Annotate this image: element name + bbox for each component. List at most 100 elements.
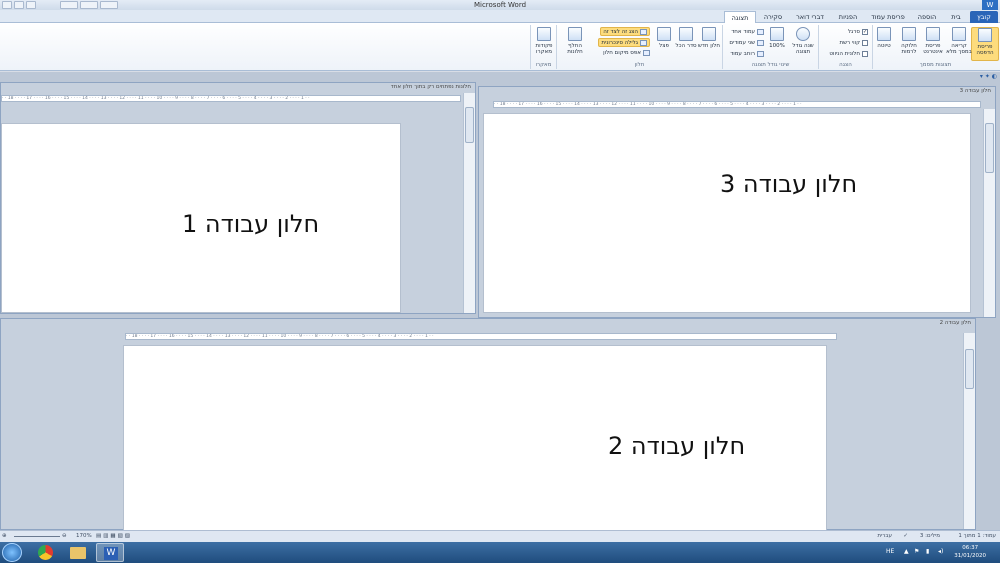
zoom-100-button[interactable]: 100% [767, 27, 787, 61]
taskbar: W HE ▲ ⚑ ▮ ◂) 06:37 31/01/2020 [0, 542, 1000, 563]
pane-1: חלונות נפתחים רק בתוך חלון אחד · · 18 · … [0, 82, 476, 314]
proofing-icon[interactable]: ✓ [903, 531, 908, 542]
macros-button[interactable]: פקודות מאקרו [531, 27, 557, 61]
switch-windows-icon [568, 27, 582, 41]
pane-1-scroll-thumb[interactable] [465, 107, 474, 143]
split-button[interactable]: פצל [653, 27, 675, 61]
status-language[interactable]: עברית [877, 531, 892, 542]
pane-3-text[interactable]: חלון עבודה 3 [720, 170, 857, 198]
tab-insert[interactable]: הוספה [912, 11, 942, 23]
draft-button[interactable]: טיוטה [873, 27, 895, 61]
group-macros: פקודות מאקרו מאקרו [530, 25, 556, 69]
tab-mailings[interactable]: דברי דואר [790, 11, 830, 23]
folder-icon [70, 547, 86, 559]
flag-icon[interactable]: ⚑ [914, 548, 919, 555]
pane-1-text[interactable]: חלון עבודה 1 [182, 210, 319, 238]
two-pages-icon [757, 39, 764, 46]
chrome-taskbar-button[interactable] [32, 543, 60, 562]
ribbon-view: פריסת הדפסה קריאה במסך מלא פריסת אינטרנט… [0, 23, 1000, 71]
pane-2-ruler[interactable]: · · 18 · · · · 17 · · · · 16 · · · · 15 … [125, 333, 837, 340]
clock[interactable]: 06:37 31/01/2020 [954, 544, 986, 560]
reset-position-icon [643, 49, 650, 56]
zoom-button[interactable]: שנה גודל תצוגה [789, 27, 817, 61]
word-app-icon[interactable]: W [982, 0, 998, 10]
pane-3-scrollbar[interactable] [983, 109, 995, 317]
switch-windows-button[interactable]: החלף חלונות [561, 27, 589, 61]
volume-icon[interactable]: ◂) [938, 548, 943, 555]
clock-time: 06:37 [962, 545, 979, 551]
pane-1-title: חלונות נפתחים רק בתוך חלון אחד [390, 84, 471, 90]
tab-references[interactable]: הפניות [832, 11, 864, 23]
group-label-macros: מאקרו [535, 62, 552, 68]
pane-3: חלון עבודה 3 · · 18 · · · · 17 · · · · 1… [478, 86, 996, 318]
one-page-button[interactable]: עמוד אחד [731, 28, 764, 37]
new-window-icon [702, 27, 716, 41]
sync-scroll-icon [640, 39, 647, 46]
status-words[interactable]: מילים: 3 [920, 531, 940, 542]
chrome-icon [38, 545, 53, 560]
tab-page-layout[interactable]: פריסת עמוד [866, 11, 910, 23]
nav-pane-check-icon [862, 50, 868, 57]
start-button[interactable] [2, 543, 22, 562]
network-icon[interactable]: ▮ [926, 548, 929, 555]
pane-1-scrollbar[interactable] [463, 93, 475, 313]
pane-2-page[interactable]: חלון עבודה 2 [123, 345, 827, 531]
pane-2-text[interactable]: חלון עבודה 2 [608, 432, 745, 460]
pane-3-scroll-thumb[interactable] [985, 123, 994, 173]
group-label-show: הצגה [839, 62, 852, 68]
zoom-slider[interactable] [14, 536, 60, 537]
web-layout-button[interactable]: פריסת אינטרנט [919, 27, 947, 61]
pane-2-scrollbar[interactable] [963, 333, 975, 529]
group-show: סרגל ✓ קווי רשת חלונית הניווט הצגה [818, 25, 872, 69]
page-width-button[interactable]: רוחב עמוד [730, 50, 764, 59]
new-window-button[interactable]: חלון חדש [697, 27, 721, 61]
pane-1-ruler[interactable]: · · 18 · · · · 17 · · · · 16 · · · · 15 … [1, 95, 461, 102]
tab-file[interactable]: קובץ [970, 11, 998, 23]
group-zoom: שנה גודל תצוגה 100% עמוד אחד שני עמודים … [722, 25, 818, 69]
window-title: Microsoft Word [473, 1, 527, 9]
view-shortcuts[interactable]: ▤▥▦▧▨ [96, 531, 132, 542]
ruler-check-icon: ✓ [862, 28, 868, 35]
zoom-out-icon[interactable]: ⊖ [62, 531, 67, 542]
arrange-all-button[interactable]: סדר הכל [675, 27, 697, 61]
status-bar: עמוד: 1 מתוך 1 מילים: 3 ✓ עברית ⊕ ⊖ 170%… [0, 530, 1000, 542]
ruler-numbers: · · 18 · · · · 17 · · · · 16 · · · · 15 … [494, 102, 802, 107]
group-label-window: חלון [634, 62, 645, 68]
pane-2-scroll-thumb[interactable] [965, 349, 974, 389]
reset-window-position-button[interactable]: אפס מיקום חלון [603, 49, 650, 58]
group-label-views: תצוגות מסמך [919, 62, 952, 68]
ruler-numbers: · · 18 · · · · 17 · · · · 16 · · · · 15 … [126, 334, 434, 339]
zoom-100-icon [770, 27, 784, 41]
tray-expand-icon[interactable]: ▲ [904, 548, 909, 555]
side-by-side-icon [640, 28, 647, 35]
pane-1-page[interactable]: חלון עבודה 1 [1, 123, 401, 313]
macros-icon [537, 27, 551, 41]
outline-button[interactable]: חלוקה לרמות [895, 27, 923, 61]
explorer-taskbar-button[interactable] [64, 543, 92, 562]
arrange-all-icon [679, 27, 693, 41]
ribbon-tabs: קובץ בית הוספה פריסת עמוד הפניות דברי דו… [0, 10, 1000, 23]
word-taskbar-button[interactable]: W [96, 543, 124, 562]
full-screen-reading-button[interactable]: קריאה במסך מלא [945, 27, 973, 61]
gridlines-check-icon [862, 39, 868, 46]
two-pages-button[interactable]: שני עמודים [729, 39, 764, 48]
view-side-by-side-button[interactable]: הצג זה לצד זה [600, 27, 650, 36]
tab-home[interactable]: בית [944, 11, 968, 23]
nav-pane-checkbox[interactable]: חלונית הניווט [829, 50, 868, 59]
help-icons[interactable]: ▾ ✦ ◐ [960, 73, 1000, 82]
print-layout-button[interactable]: פריסת הדפסה [971, 27, 999, 61]
tab-view[interactable]: תצוגה [724, 11, 756, 23]
zoom-in-icon[interactable]: ⊕ [2, 531, 7, 542]
tab-review[interactable]: סקירה [758, 11, 788, 23]
page-width-icon [757, 50, 764, 57]
language-indicator[interactable]: HE [886, 548, 894, 555]
group-window: חלון חדש סדר הכל פצל הצג זה לצד זה גלילה… [556, 25, 722, 69]
ruler-numbers: · · 18 · · · · 17 · · · · 16 · · · · 15 … [2, 96, 310, 101]
sync-scroll-button[interactable]: גלילה סינכרונית [598, 38, 650, 47]
gridlines-checkbox[interactable]: קווי רשת [840, 39, 868, 48]
pane-3-page[interactable]: חלון עבודה 3 [483, 113, 971, 313]
status-page[interactable]: עמוד: 1 מתוך 1 [958, 531, 996, 542]
ruler-checkbox[interactable]: סרגל ✓ [848, 28, 868, 37]
status-zoom[interactable]: 170% [76, 531, 92, 542]
pane-3-ruler[interactable]: · · 18 · · · · 17 · · · · 16 · · · · 15 … [493, 101, 981, 108]
